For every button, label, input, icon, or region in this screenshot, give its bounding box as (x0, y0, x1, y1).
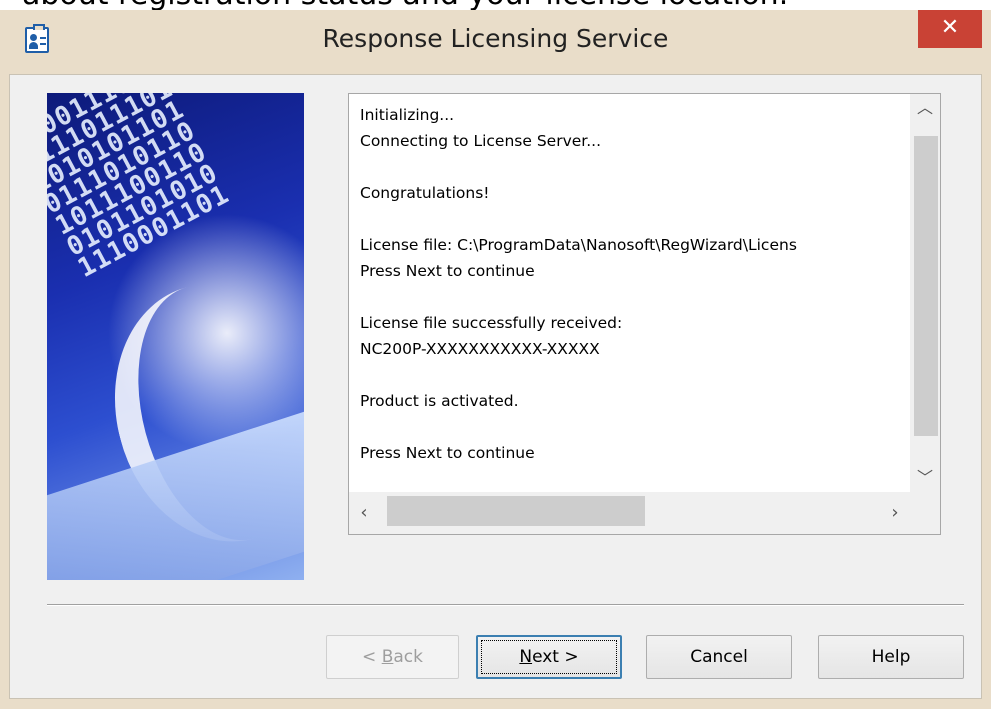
cancel-button[interactable]: Cancel (646, 635, 792, 679)
horizontal-scrollbar[interactable]: ‹ › (349, 492, 910, 534)
back-button-label: < Back (362, 647, 423, 667)
status-log-text[interactable]: Initializing... Connecting to License Se… (360, 102, 905, 482)
scroll-down-icon[interactable]: ﹀ (910, 464, 940, 492)
back-button[interactable]: < Back (326, 635, 459, 679)
scroll-up-icon[interactable]: ︿ (910, 94, 940, 122)
close-icon: ✕ (940, 15, 960, 40)
vertical-scroll-thumb[interactable] (914, 136, 938, 436)
title-bar[interactable]: Response Licensing Service ✕ (0, 10, 991, 74)
scroll-right-icon[interactable]: › (880, 492, 910, 534)
licensing-dialog: Response Licensing Service ✕ 1100111010 0… (0, 10, 991, 709)
next-button[interactable]: Next > (476, 635, 622, 679)
window-title: Response Licensing Service (322, 24, 669, 53)
separator-line (47, 604, 964, 606)
horizontal-scroll-thumb[interactable] (387, 496, 645, 526)
scrollbar-corner (910, 492, 940, 534)
scroll-left-icon[interactable]: ‹ (349, 492, 379, 534)
vertical-scrollbar[interactable]: ︿ ﹀ (910, 94, 940, 492)
status-log-box[interactable]: Initializing... Connecting to License Se… (348, 93, 941, 535)
close-button[interactable]: ✕ (918, 10, 982, 48)
dialog-body: 1100111010 0111011101 1010101101 0111010110… (9, 74, 982, 699)
help-button[interactable]: Help (818, 635, 964, 679)
background-window-text: about registration status and your licen… (22, 0, 788, 10)
binary-code-illustration: 1100111010 0111011101 1010101101 0111010110… (47, 93, 304, 580)
next-button-label: Next > (519, 647, 579, 667)
